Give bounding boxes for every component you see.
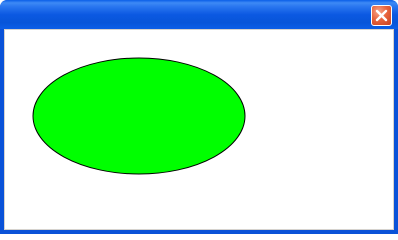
title-bar[interactable]: [0, 0, 398, 29]
close-button[interactable]: [371, 5, 392, 26]
app-window: [0, 0, 398, 234]
green-ellipse: [32, 57, 246, 175]
close-icon: [375, 9, 388, 22]
client-area: [4, 29, 394, 230]
drawing-canvas: [32, 57, 246, 175]
